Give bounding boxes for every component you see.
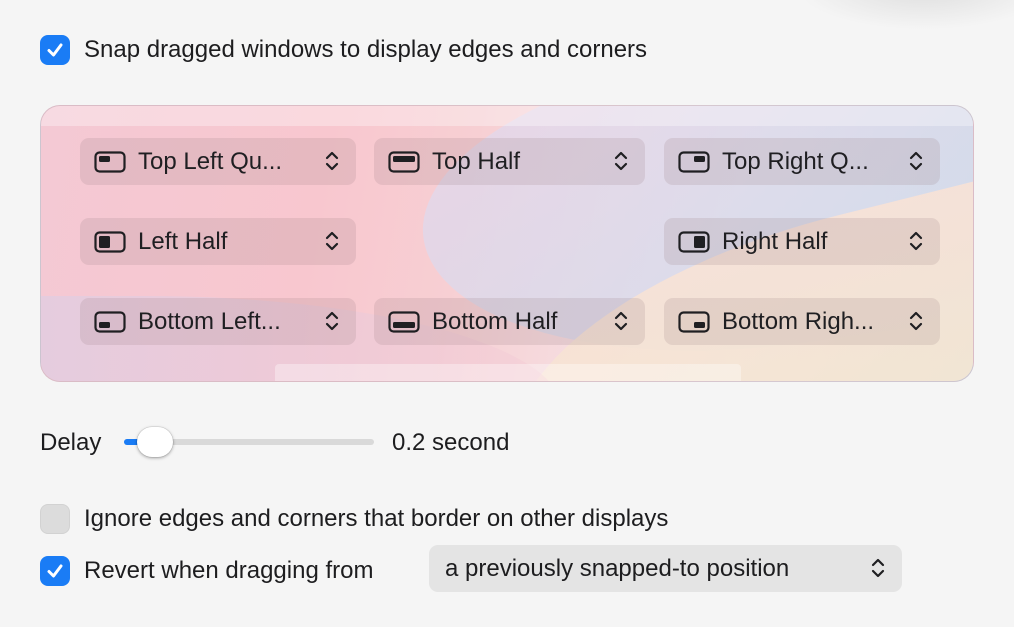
- chevron-up-down-icon: [909, 231, 923, 251]
- dock-preview: [275, 364, 741, 381]
- bottom-half-popup[interactable]: Bottom Half: [374, 298, 645, 345]
- snap-preview-area: Top Left Qu... Top Half Top Right Q... L…: [40, 105, 974, 382]
- popup-label: Top Half: [432, 148, 521, 175]
- revert-label: Revert when dragging from: [84, 557, 374, 584]
- top-right-quarter-popup[interactable]: Top Right Q...: [664, 138, 940, 185]
- ignore-edges-checkbox[interactable]: [40, 504, 70, 534]
- chevron-up-down-icon: [614, 151, 628, 171]
- popup-label: Top Right Q...: [722, 148, 869, 175]
- popup-label: Bottom Half: [432, 308, 558, 335]
- bottom-left-quarter-popup[interactable]: Bottom Left...: [80, 298, 356, 345]
- window-top-right-icon: [678, 151, 710, 173]
- popup-label: Bottom Righ...: [722, 308, 875, 335]
- top-left-quarter-popup[interactable]: Top Left Qu...: [80, 138, 356, 185]
- snap-checkbox[interactable]: [40, 35, 70, 65]
- chevron-up-down-icon: [871, 558, 885, 578]
- left-half-popup[interactable]: Left Half: [80, 218, 356, 265]
- window-bottom-half-icon: [388, 311, 420, 333]
- popup-label: Bottom Left...: [138, 308, 281, 335]
- chevron-up-down-icon: [325, 311, 339, 331]
- menubar-preview: [41, 106, 973, 126]
- delay-label: Delay: [40, 429, 102, 456]
- revert-checkbox[interactable]: [40, 556, 70, 586]
- checkmark-icon: [47, 43, 63, 57]
- window-corner-shadow: [794, 0, 1014, 30]
- chevron-up-down-icon: [325, 151, 339, 171]
- top-half-popup[interactable]: Top Half: [374, 138, 645, 185]
- revert-select-value: a previously snapped-to position: [445, 555, 790, 582]
- window-right-half-icon: [678, 231, 710, 253]
- ignore-edges-label: Ignore edges and corners that border on …: [84, 505, 669, 532]
- delay-slider-knob[interactable]: [137, 427, 173, 457]
- window-top-half-icon: [388, 151, 420, 173]
- snap-checkbox-label: Snap dragged windows to display edges an…: [84, 36, 648, 63]
- popup-label: Top Left Qu...: [138, 148, 283, 175]
- chevron-up-down-icon: [909, 311, 923, 331]
- window-left-half-icon: [94, 231, 126, 253]
- window-top-left-icon: [94, 151, 126, 173]
- window-bottom-left-icon: [94, 311, 126, 333]
- popup-label: Left Half: [138, 228, 228, 255]
- chevron-up-down-icon: [614, 311, 628, 331]
- window-bottom-right-icon: [678, 311, 710, 333]
- chevron-up-down-icon: [325, 231, 339, 251]
- bottom-right-quarter-popup[interactable]: Bottom Righ...: [664, 298, 940, 345]
- checkmark-icon: [47, 564, 63, 578]
- chevron-up-down-icon: [909, 151, 923, 171]
- revert-position-select[interactable]: a previously snapped-to position: [429, 545, 902, 592]
- popup-label: Right Half: [722, 228, 828, 255]
- delay-value: 0.2 second: [392, 429, 510, 456]
- right-half-popup[interactable]: Right Half: [664, 218, 940, 265]
